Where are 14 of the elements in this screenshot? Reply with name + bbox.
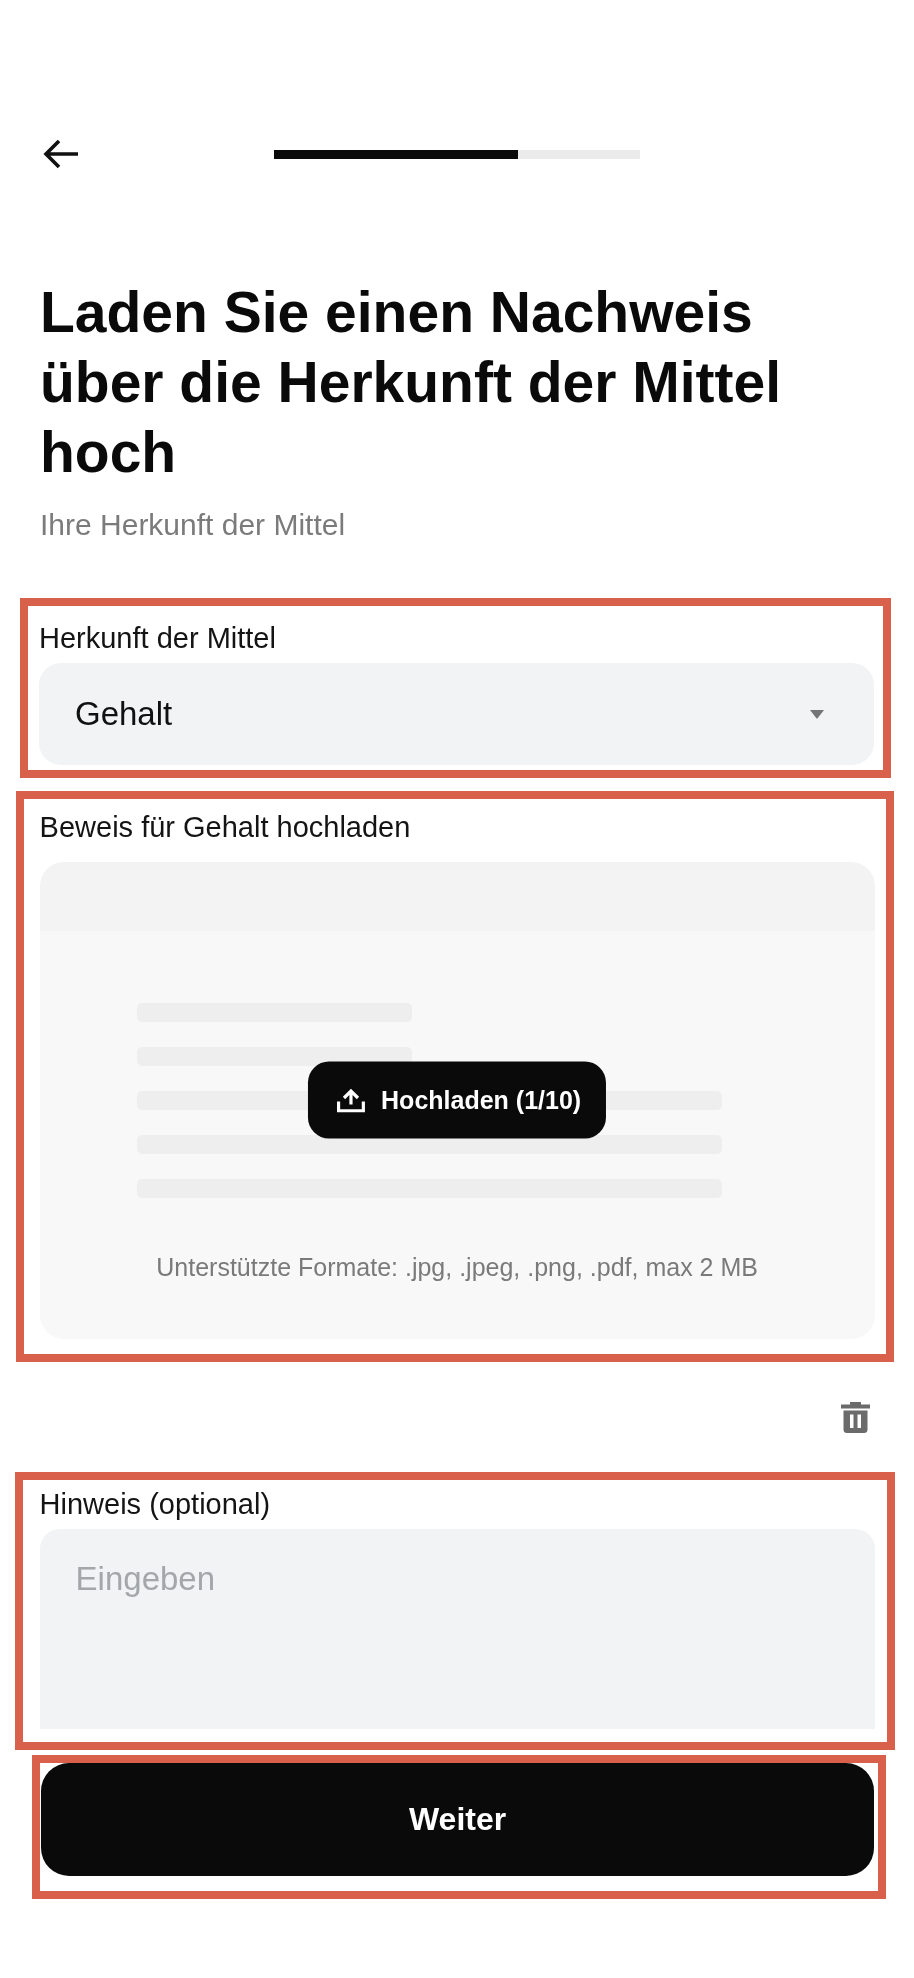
caret-icon: [809, 708, 825, 719]
page-subtitle: Ihre Herkunft der Mittel: [40, 506, 347, 543]
source-select[interactable]: Gehalt: [39, 662, 874, 766]
back-arrow-icon[interactable]: [42, 138, 80, 170]
field-label: Beweis für Gehalt hochladen: [39, 810, 412, 845]
field-label: Hinweis (optional): [39, 1487, 272, 1522]
upload-button[interactable]: Hochladen (1/10): [308, 1061, 607, 1139]
formats-hint: Unterstützte Formate: .jpg, .jpeg, .png, .pdf, max 2 MB: [155, 1251, 759, 1282]
field-label: Herkunft der Mittel: [39, 620, 277, 655]
note-input[interactable]: Eingeben: [39, 1529, 875, 1729]
page-title: Laden Sie einen Nachweis über die Herkunft der Mittel hoch: [40, 278, 783, 486]
continue-button[interactable]: Weiter: [40, 1762, 875, 1876]
upload-icon: [337, 1087, 366, 1113]
trash-icon[interactable]: [841, 1402, 870, 1434]
